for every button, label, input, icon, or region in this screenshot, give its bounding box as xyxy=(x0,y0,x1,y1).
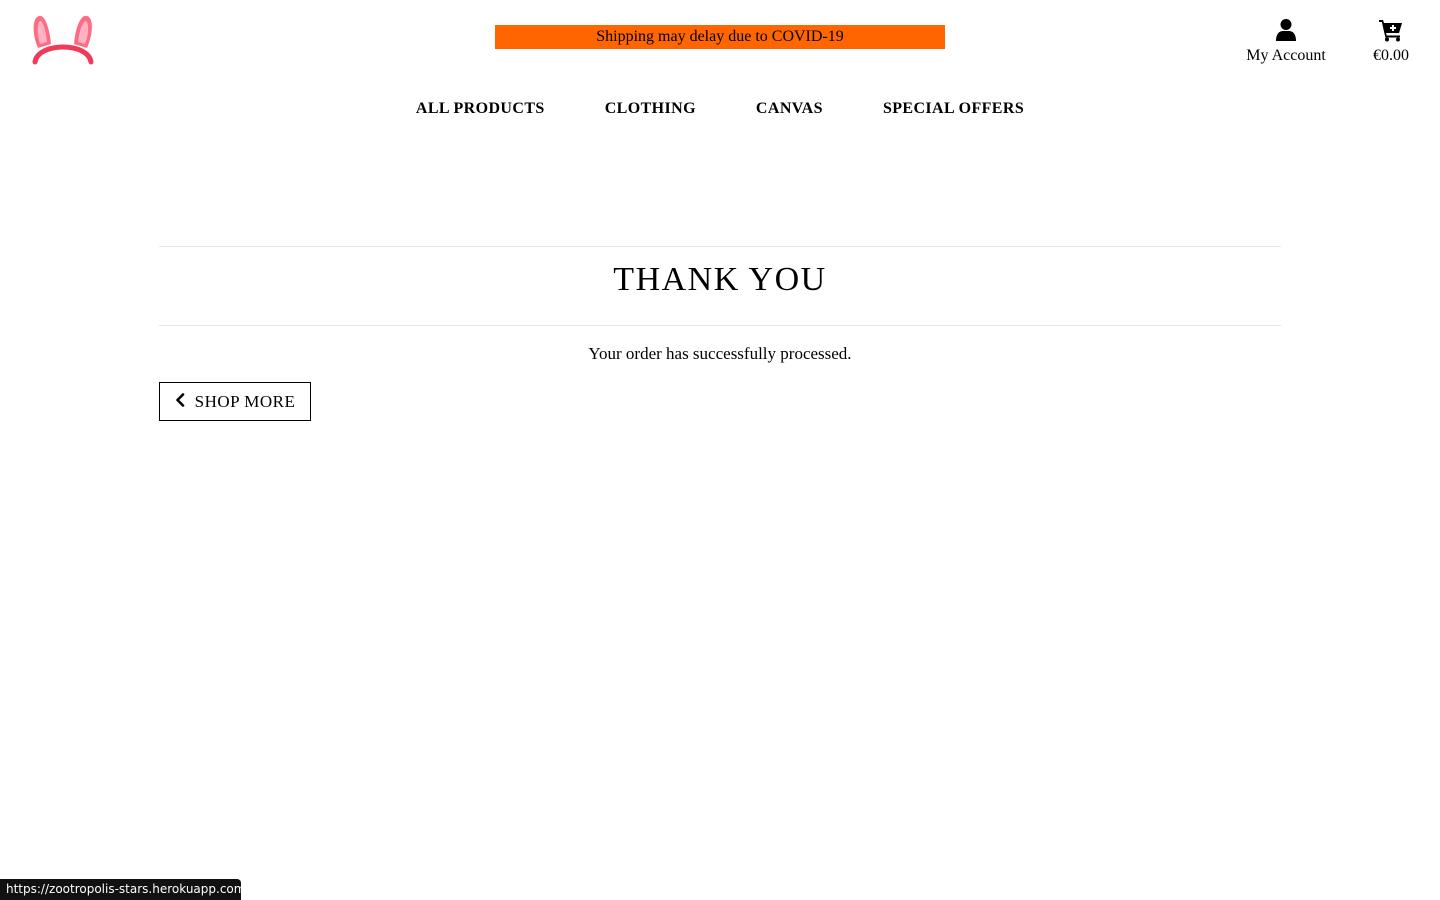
page: Shipping may delay due to COVID-19 My Ac… xyxy=(0,0,1440,900)
covid-shipping-banner: Shipping may delay due to COVID-19 xyxy=(495,25,945,49)
my-account-label: My Account xyxy=(1246,47,1326,64)
nav-clothing[interactable]: CLOTHING xyxy=(605,98,696,120)
shopping-cart-icon xyxy=(1356,18,1426,42)
bottom-divider xyxy=(159,325,1281,326)
cart-total: €0.00 xyxy=(1373,47,1409,64)
shop-more-button[interactable]: SHOP MORE xyxy=(159,382,311,421)
order-success-message: Your order has successfully processed. xyxy=(588,344,852,363)
nav-all-products[interactable]: ALL PRODUCTS xyxy=(416,98,545,120)
main-nav: ALL PRODUCTS CLOTHING CANVAS SPECIAL OFF… xyxy=(0,98,1440,120)
cart-link[interactable]: €0.00 xyxy=(1356,18,1426,66)
status-bar-url: https://zootropolis-stars.herokuapp.com xyxy=(0,879,241,900)
nav-canvas[interactable]: CANVAS xyxy=(756,98,823,120)
my-account-link[interactable]: My Account xyxy=(1236,18,1336,66)
nav-special-offers[interactable]: SPECIAL OFFERS xyxy=(883,98,1024,120)
shop-more-label: SHOP MORE xyxy=(194,391,296,411)
user-icon xyxy=(1236,18,1336,42)
banner-text: Shipping may delay due to COVID-19 xyxy=(596,28,844,45)
bunny-ears-headband-icon xyxy=(32,15,94,65)
page-title: THANK YOU xyxy=(613,261,827,298)
top-divider xyxy=(159,246,1281,247)
chevron-left-icon xyxy=(175,393,185,410)
site-logo[interactable] xyxy=(30,12,96,68)
